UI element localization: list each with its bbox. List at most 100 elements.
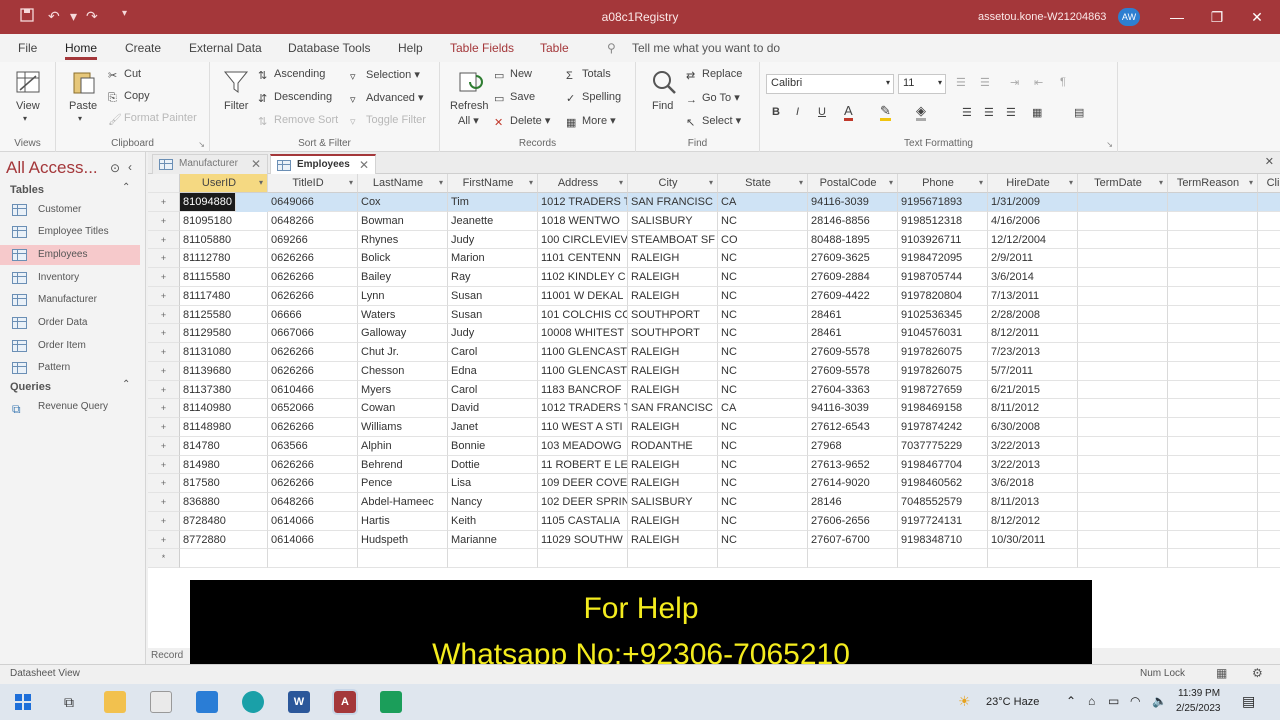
table-cell[interactable]: 27609-5578 [808, 343, 898, 362]
expand-row-icon[interactable]: + [161, 310, 166, 320]
table-cell[interactable]: 8/12/2012 [988, 511, 1078, 531]
table-cell[interactable]: 1102 KINDLEY C [538, 268, 628, 287]
new-record-cell[interactable] [268, 549, 358, 568]
expand-row-icon[interactable]: + [161, 328, 166, 338]
new-record-cell[interactable] [898, 549, 988, 568]
tab-table[interactable]: Table [540, 41, 569, 55]
table-cell[interactable]: 3/6/2018 [988, 474, 1078, 493]
more-button[interactable]: ▦ More ▾ [566, 114, 616, 129]
table-cell[interactable]: 814780 [180, 436, 268, 456]
table-cell[interactable]: 1100 GLENCAST [538, 343, 628, 362]
table-cell[interactable] [1078, 343, 1168, 362]
column-header-userid[interactable]: UserID ▾ [180, 174, 268, 193]
design-view-button[interactable]: ⚙ [1252, 666, 1263, 680]
paste-dropdown-icon[interactable]: ▾ [78, 114, 82, 123]
italic-button[interactable]: I [796, 106, 799, 118]
expand-row-icon[interactable]: + [161, 347, 166, 357]
align-left-icon[interactable]: ☰ [962, 106, 972, 119]
ascending-button[interactable]: ⇅ Ascending [258, 68, 325, 82]
row-selector[interactable]: + [148, 268, 180, 287]
table-cell[interactable]: 814980 [180, 455, 268, 475]
clock-time[interactable]: 11:39 PM [1178, 688, 1220, 699]
table-cell[interactable]: 102 DEER SPRIN [538, 493, 628, 512]
view-button[interactable]: View [16, 100, 40, 112]
table-cell[interactable] [1258, 418, 1280, 437]
table-cell[interactable]: Pence [358, 474, 448, 493]
table-cell[interactable]: 101 COLCHIS CC [538, 305, 628, 325]
table-cell[interactable]: 28146-8856 [808, 211, 898, 231]
store-icon[interactable] [150, 691, 172, 713]
table-cell[interactable]: 10/30/2011 [988, 530, 1078, 550]
tab-table-fields[interactable]: Table Fields [450, 41, 514, 55]
table-cell[interactable]: NC [718, 305, 808, 325]
table-cell[interactable]: 100 CIRCLEVIEV [538, 230, 628, 250]
table-cell[interactable] [1078, 511, 1168, 531]
column-header-postalcode[interactable]: PostalCode ▾ [808, 174, 898, 193]
table-cell[interactable]: 27609-2884 [808, 268, 898, 287]
file-explorer-icon[interactable] [104, 691, 126, 713]
new-record-cell[interactable] [180, 549, 268, 568]
table-cell[interactable]: 0614066 [268, 511, 358, 531]
notifications-icon[interactable]: ▤ [1242, 693, 1255, 710]
tables-section-header[interactable]: Tables [10, 184, 44, 196]
table-cell[interactable]: 7037775229 [898, 436, 988, 456]
table-cell[interactable]: Bowman [358, 211, 448, 231]
row-selector[interactable]: + [148, 530, 180, 550]
table-cell[interactable]: 0626266 [268, 286, 358, 306]
table-cell[interactable] [1168, 268, 1258, 287]
underline-button[interactable]: U [818, 106, 826, 118]
table-cell[interactable]: 0626266 [268, 361, 358, 381]
column-header-hiredate[interactable]: HireDate ▾ [988, 174, 1078, 193]
column-dropdown-icon[interactable]: ▾ [889, 174, 893, 192]
mail-icon[interactable] [196, 691, 218, 713]
row-selector[interactable]: + [148, 399, 180, 418]
table-cell[interactable]: 81137380 [180, 380, 268, 400]
network-icon[interactable]: ⌂ [1088, 694, 1095, 708]
table-cell[interactable]: 1018 WENTWO [538, 211, 628, 231]
table-cell[interactable]: 9197826075 [898, 361, 988, 381]
row-selector[interactable]: + [148, 361, 180, 381]
row-selector[interactable]: + [148, 493, 180, 512]
table-cell[interactable] [1258, 306, 1280, 325]
table-cell[interactable]: 9198512318 [898, 211, 988, 231]
table-cell[interactable]: 9197724131 [898, 511, 988, 531]
column-header-state[interactable]: State ▾ [718, 174, 808, 193]
table-cell[interactable]: 9198469158 [898, 399, 988, 418]
font-color-button[interactable]: A [844, 104, 853, 121]
table-cell[interactable]: RALEIGH [628, 474, 718, 493]
table-cell[interactable] [1078, 230, 1168, 250]
table-cell[interactable] [1258, 193, 1280, 212]
expand-row-icon[interactable]: + [161, 403, 166, 413]
table-cell[interactable]: Janet [448, 418, 538, 437]
column-header-address[interactable]: Address ▾ [538, 174, 628, 193]
gridlines-icon[interactable]: ▦ [1032, 106, 1042, 119]
column-header-phone[interactable]: Phone ▾ [898, 174, 988, 193]
row-selector[interactable]: + [148, 380, 180, 400]
table-cell[interactable]: 103 MEADOWG [538, 436, 628, 456]
table-cell[interactable]: Cowan [358, 399, 448, 418]
table-cell[interactable]: 3/6/2014 [988, 268, 1078, 287]
table-cell[interactable] [1168, 343, 1258, 362]
column-header-termreason[interactable]: TermReason ▾ [1168, 174, 1258, 193]
table-cell[interactable]: 0610466 [268, 380, 358, 400]
table-cell[interactable] [1168, 455, 1258, 475]
table-cell[interactable] [1258, 512, 1280, 531]
table-cell[interactable]: Hartis [358, 511, 448, 531]
column-header-termdate[interactable]: TermDate ▾ [1078, 174, 1168, 193]
table-cell[interactable]: 27612-6543 [808, 418, 898, 437]
table-cell[interactable]: RALEIGH [628, 286, 718, 306]
refresh-all-label[interactable]: All ▾ [458, 114, 479, 127]
datasheet-view-button[interactable]: ▦ [1216, 666, 1227, 680]
volume-icon[interactable]: 🔈 [1152, 694, 1167, 708]
expand-row-icon[interactable]: + [161, 366, 166, 376]
new-record-cell[interactable] [538, 549, 628, 568]
chevron-up-icon[interactable]: ⌃ [1066, 694, 1076, 708]
table-cell[interactable]: 81129580 [180, 324, 268, 343]
copy-button[interactable]: ⎘ Copy [108, 90, 150, 104]
table-cell[interactable]: RODANTHE [628, 436, 718, 456]
row-selector[interactable]: + [148, 305, 180, 325]
table-cell[interactable] [1258, 343, 1280, 362]
clipboard-launcher-icon[interactable]: ↘ [198, 140, 205, 149]
table-cell[interactable]: 063566 [268, 436, 358, 456]
font-size-select[interactable]: 11 ▾ [898, 74, 946, 94]
